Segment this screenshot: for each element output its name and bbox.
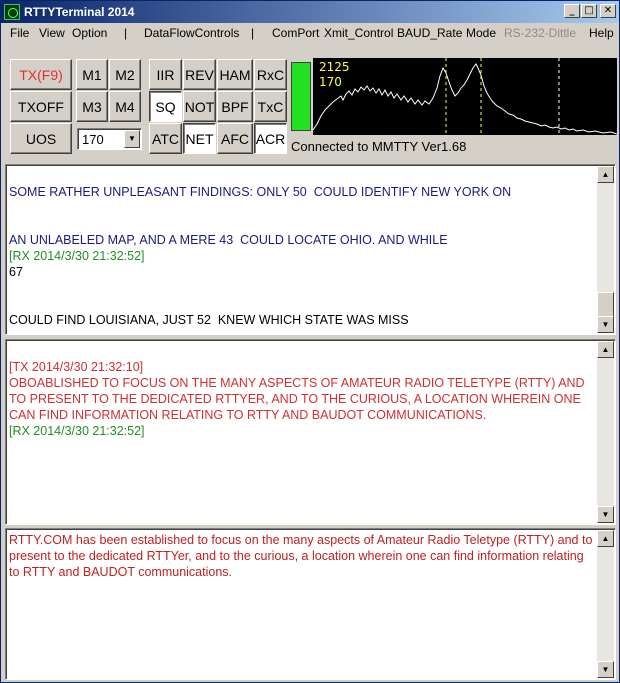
type-ahead-text[interactable]: RTTY.COM has been established to focus o…: [9, 532, 595, 580]
sq-button[interactable]: SQ: [149, 91, 182, 122]
rev-button[interactable]: REV: [183, 59, 216, 90]
rx-line: COULD FIND LOUISIANA, JUST 52 KNEW WHICH…: [9, 313, 409, 327]
tx-text: OBOABLISHED TO FOCUS ON THE MANY ASPECTS…: [9, 376, 588, 422]
window-title: RTTYTerminal 2014: [24, 5, 135, 19]
tx-echo-panel[interactable]: [TX 2014/3/30 21:32:10] OBOABLISHED TO F…: [5, 339, 616, 525]
close-button[interactable]: ✕: [600, 4, 616, 18]
maximize-icon: □: [584, 5, 594, 16]
shift-select-value: 170: [82, 132, 104, 147]
menu-option[interactable]: Option: [72, 26, 107, 40]
net-button[interactable]: NET: [183, 123, 216, 154]
iir-button[interactable]: IIR: [149, 59, 182, 90]
scroll-up-icon[interactable]: ▲: [597, 341, 614, 358]
rx-scrollbar[interactable]: ▲ ▼: [597, 166, 614, 333]
tx-scrollbar[interactable]: ▲ ▼: [597, 341, 614, 523]
spectrum-trace: [313, 63, 617, 135]
shift-select[interactable]: 170 ▼: [77, 128, 142, 150]
rx-timestamp: [RX 2014/3/30 21:32:52]: [9, 424, 145, 438]
menu-help[interactable]: Help: [589, 26, 614, 40]
app-icon[interactable]: [4, 4, 20, 20]
minimize-icon: _: [569, 5, 575, 16]
menu-bar: File View Option | DataFlowControls | Co…: [1, 23, 619, 43]
menu-comport[interactable]: ComPort: [272, 26, 319, 40]
title-bar[interactable]: RTTYTerminal 2014 _ □ ✕: [1, 1, 619, 23]
not-button[interactable]: NOT: [183, 91, 216, 122]
bpf-button[interactable]: BPF: [217, 91, 253, 122]
signal-led: [291, 62, 311, 131]
menu-xmit-control[interactable]: Xmit_Control: [324, 26, 393, 40]
menu-view[interactable]: View: [39, 26, 65, 40]
shift-label: 170: [319, 75, 342, 89]
mark-frequency-label: 2125: [319, 60, 350, 74]
control-toolbar: TX(F9) TXOFF UOS M1 M2 M3 M4 170 ▼ IIR R…: [1, 45, 619, 161]
scroll-down-icon[interactable]: ▼: [597, 506, 614, 523]
m3-button[interactable]: M3: [76, 91, 108, 122]
minimize-button[interactable]: _: [564, 4, 580, 18]
menu-separator: |: [124, 26, 128, 40]
close-icon: ✕: [603, 5, 613, 16]
atc-button[interactable]: ATC: [149, 123, 182, 154]
rx-line: SOME RATHER UNPLEASANT FINDINGS: ONLY 50…: [9, 185, 512, 199]
menu-file[interactable]: File: [10, 26, 29, 40]
spectrum-display[interactable]: 2125 170: [313, 58, 617, 135]
type-scrollbar[interactable]: ▲ ▼: [597, 530, 614, 678]
connection-status: Connected to MMTTY Ver1.68: [291, 139, 467, 154]
m2-button[interactable]: M2: [109, 59, 141, 90]
m1-button[interactable]: M1: [76, 59, 108, 90]
scroll-down-icon[interactable]: ▼: [597, 661, 614, 678]
rx-line: 67: [9, 265, 23, 279]
spectrum-graph: [313, 58, 617, 135]
scroll-up-icon[interactable]: ▲: [597, 166, 614, 183]
rx-text-panel[interactable]: SOME RATHER UNPLEASANT FINDINGS: ONLY 50…: [5, 164, 616, 335]
menu-baud-rate[interactable]: BAUD_Rate: [397, 26, 462, 40]
menu-rs232-dittle[interactable]: RS-232-Dittle: [504, 26, 576, 40]
acr-button[interactable]: ACR: [254, 123, 287, 154]
afc-button[interactable]: AFC: [217, 123, 253, 154]
txc-button[interactable]: TxC: [254, 91, 287, 122]
menu-mode[interactable]: Mode: [466, 26, 496, 40]
app-window: RTTYTerminal 2014 _ □ ✕ File View Option…: [0, 0, 620, 683]
chevron-down-icon[interactable]: ▼: [124, 130, 140, 148]
tx-button[interactable]: TX(F9): [10, 59, 72, 90]
rx-timestamp: [RX 2014/3/30 21:32:52]: [9, 249, 145, 263]
uos-button[interactable]: UOS: [10, 123, 72, 154]
menu-dataflowcontrols[interactable]: DataFlowControls: [144, 26, 239, 40]
tx-timestamp: [TX 2014/3/30 21:32:10]: [9, 360, 144, 374]
scroll-thumb[interactable]: [597, 292, 614, 317]
menu-separator: |: [251, 26, 255, 40]
m4-button[interactable]: M4: [109, 91, 141, 122]
txoff-button[interactable]: TXOFF: [10, 91, 72, 122]
scroll-down-icon[interactable]: ▼: [597, 316, 614, 333]
maximize-button[interactable]: □: [581, 4, 597, 18]
rxc-button[interactable]: RxC: [254, 59, 287, 90]
rx-line: AN UNLABELED MAP, AND A MERE 43 COULD LO…: [9, 233, 448, 247]
ham-button[interactable]: HAM: [217, 59, 253, 90]
type-ahead-panel[interactable]: RTTY.COM has been established to focus o…: [5, 528, 616, 680]
scroll-up-icon[interactable]: ▲: [597, 530, 614, 547]
